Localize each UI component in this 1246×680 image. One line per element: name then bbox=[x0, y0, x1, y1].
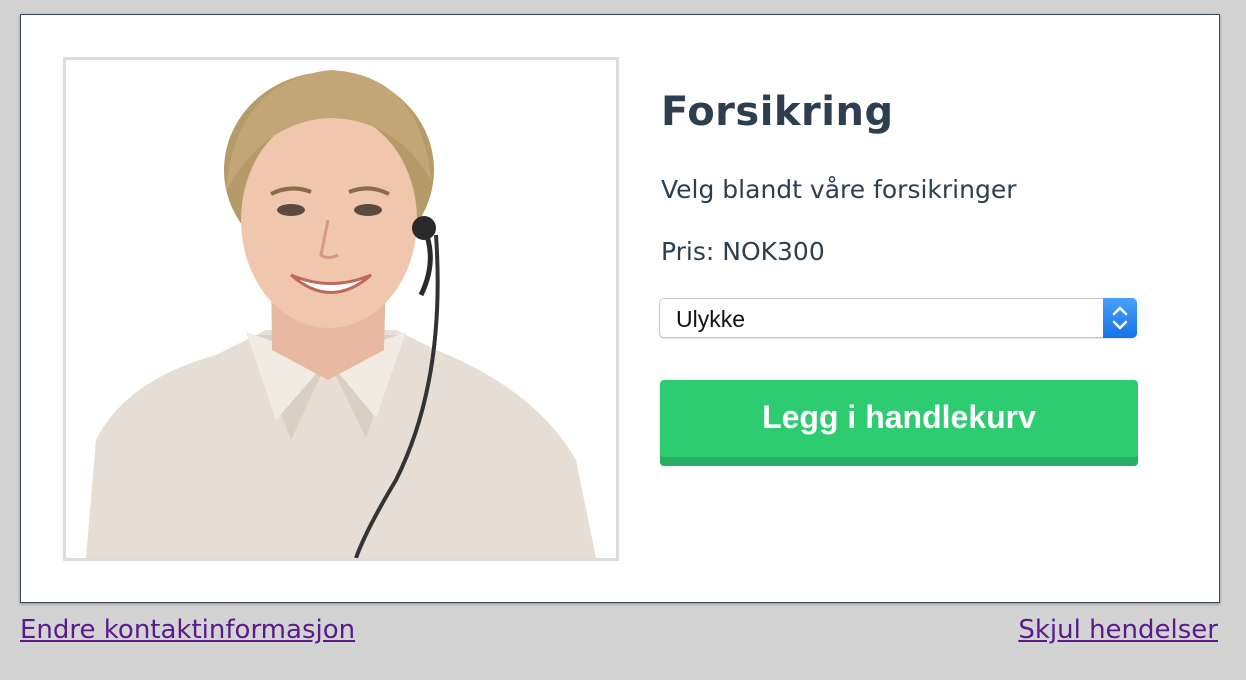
hide-events-link[interactable]: Skjul hendelser bbox=[1018, 615, 1218, 645]
change-contact-info-link[interactable]: Endre kontaktinformasjon bbox=[20, 615, 355, 645]
product-price: Pris: NOK300 bbox=[661, 237, 825, 266]
product-description: Velg blandt våre forsikringer bbox=[661, 175, 1017, 204]
product-title: Forsikring bbox=[661, 89, 894, 135]
support-agent-photo bbox=[66, 60, 616, 558]
insurance-type-selected-value: Ulykke bbox=[676, 306, 746, 332]
insurance-type-select[interactable]: Ulykke bbox=[659, 298, 1137, 338]
product-photo-frame bbox=[63, 57, 619, 561]
updown-chevron-icon[interactable] bbox=[1103, 298, 1137, 338]
add-to-cart-button[interactable]: Legg i handlekurv bbox=[660, 380, 1138, 466]
product-card: Forsikring Velg blandt våre forsikringer… bbox=[20, 14, 1220, 603]
